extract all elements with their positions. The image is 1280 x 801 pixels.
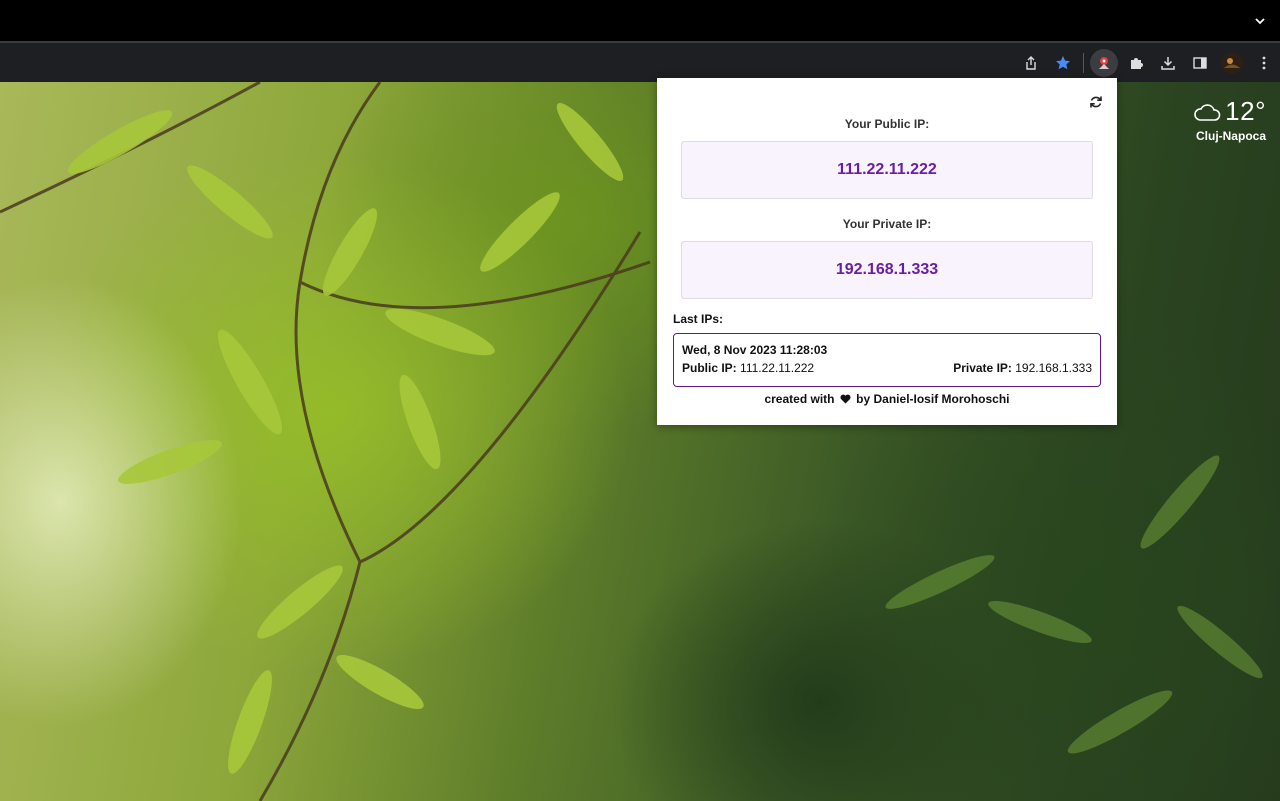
weather-city: Cluj-Napoca	[1195, 129, 1266, 143]
toolbar-divider	[1083, 52, 1084, 73]
refresh-icon[interactable]	[1089, 95, 1103, 109]
tab-strip	[0, 0, 1280, 41]
chevron-down-icon[interactable]	[1254, 15, 1266, 27]
weather-widget[interactable]: 12° Cluj-Napoca	[1193, 96, 1266, 143]
history-public-label: Public IP:	[682, 361, 737, 375]
last-ips-label: Last IPs:	[673, 312, 724, 326]
credit-line: created with by Daniel-Iosif Morohoschi	[657, 392, 1117, 406]
browser-toolbar	[0, 41, 1280, 82]
history-entry: Wed, 8 Nov 2023 11:28:03 Public IP: 111.…	[673, 333, 1101, 387]
public-ip-label: Your Public IP:	[844, 117, 930, 131]
ip-extension-icon[interactable]	[1090, 48, 1118, 77]
download-icon[interactable]	[1152, 47, 1184, 79]
more-menu-icon[interactable]	[1248, 47, 1280, 79]
public-ip-value[interactable]: 111.22.11.222	[681, 141, 1093, 199]
cloud-icon	[1194, 103, 1221, 121]
heart-icon	[840, 394, 851, 404]
history-public-value: 111.22.11.222	[740, 361, 815, 375]
weather-temperature: 12°	[1225, 96, 1266, 126]
credit-prefix: created with	[764, 392, 835, 406]
extensions-puzzle-icon[interactable]	[1120, 47, 1152, 79]
history-date: Wed, 8 Nov 2023 11:28:03	[682, 343, 828, 357]
share-icon[interactable]	[1015, 47, 1047, 79]
credit-suffix: by Daniel-Iosif Morohoschi	[856, 392, 1010, 406]
private-ip-label: Your Private IP:	[842, 217, 932, 231]
bookmark-star-icon[interactable]	[1047, 47, 1079, 79]
profile-avatar[interactable]	[1216, 47, 1248, 79]
history-private-value: 192.168.1.333	[1015, 361, 1092, 375]
extension-popup: Your Public IP: 111.22.11.222 Your Priva…	[657, 78, 1117, 425]
side-panel-icon[interactable]	[1184, 47, 1216, 79]
private-ip-value[interactable]: 192.168.1.333	[681, 241, 1093, 299]
history-private-ip: Private IP: 192.168.1.333	[953, 361, 1092, 375]
history-public-ip: Public IP: 111.22.11.222	[682, 361, 814, 375]
history-private-label: Private IP:	[953, 361, 1012, 375]
